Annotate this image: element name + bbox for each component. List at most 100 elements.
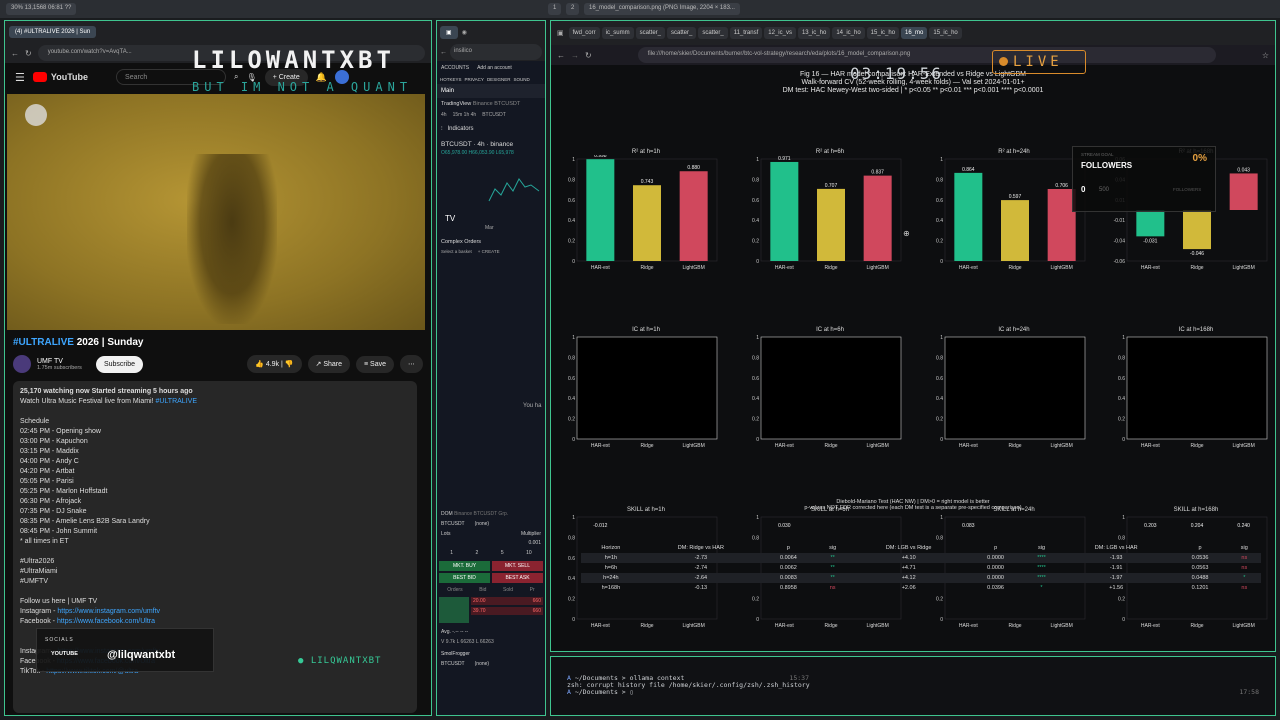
accounts-tab[interactable]: ACCOUNTS [441,65,469,71]
multiplier-value[interactable]: 0.001 [437,539,545,547]
lot-option[interactable]: 2 [476,550,479,556]
tv-icon-privacy[interactable]: PRIVACY [465,77,484,82]
hashtag-link[interactable]: #Ultra2026 [20,557,410,567]
smol-none[interactable]: (none) [475,661,489,667]
ff-tab[interactable]: 11_transf [729,27,763,39]
channel-name[interactable]: UMF TV [37,358,82,365]
workspace-1[interactable]: 1 [548,3,562,15]
plot-frame [576,336,718,440]
schedule-item: 08:35 PM - Amelie Lens B2B Sara Landry [20,518,150,525]
tv-chart[interactable]: BTCUSDT · 4h · binance O65,978.00 H66,05… [439,139,543,235]
ff-tab[interactable]: 16_mo [901,27,928,39]
subscribe-button[interactable]: Subscribe [95,355,144,373]
ff-reload-icon[interactable]: ↻ [585,51,592,60]
bar-value-label: 0.597 [1009,194,1022,200]
ff-tab[interactable]: 13_ic_ho [797,27,831,39]
ff-tab[interactable]: 15_ic_ho [866,27,900,39]
tv-url[interactable]: insilico [450,44,542,60]
bar-value-label: 0.880 [687,165,700,171]
indicators-button[interactable]: Indicators [448,126,474,133]
interval-select[interactable]: 4h [441,112,447,118]
y-tick-label: 0.2 [752,239,759,245]
workspace-2[interactable]: 2 [566,3,580,15]
mkt-buy-button[interactable]: MKT. BUY [439,561,490,571]
video-player[interactable] [7,94,425,330]
best-ask-button[interactable]: BEST ASK [492,573,543,583]
github-icon[interactable]: ◉ [462,29,467,36]
y-tick-label: 0 [756,617,759,623]
save-button[interactable]: ≡ Save [356,355,394,373]
term-line-2: zsh: corrupt history file /home/skier/.c… [567,681,810,689]
tv-icon-designer[interactable]: DESIGNER [487,77,511,82]
more-button[interactable]: ⋯ [400,355,423,373]
chart-panel: IC at h=1h 0 0.2 0.4 0.6 0.8 1 HAR-ext Ridge Ligh… [561,327,731,469]
ff-tab[interactable]: ic_summ [601,27,634,39]
smol-pair[interactable]: BTCUSDT [441,661,465,667]
dm-row: h=24h -2.64 0.0083 ** +4.12 0.0000 **** -1.97 0.… [581,573,1261,583]
video-title: #ULTRALIVE 2026 | Sunday [13,337,143,348]
ff-tab-list-icon[interactable]: ▣ [554,29,567,37]
chart-svg: 0 0.2 0.4 0.6 0.8 1 HAR-ext Ridge LightGBM [1118,335,1268,449]
lot-option[interactable]: 5 [501,550,504,556]
y-tick-label: 0.6 [568,556,575,562]
y-tick-label: 0.4 [936,396,943,402]
ff-url[interactable]: file:///home/skier/Documents/burner/btc-… [637,47,1216,63]
tv-icon-sound[interactable]: SOUND [513,77,529,82]
y-tick-label: 0 [756,259,759,265]
tv-icon-hotkeys[interactable]: HOTKEYS [440,77,462,82]
ff-tab[interactable]: 12_ic_vs [764,27,796,39]
tv-toolbar-icon[interactable]: ⫶ [441,126,443,133]
y-tick-label: 0.8 [568,177,575,183]
best-bid-button[interactable]: BEST BID [439,573,490,583]
channel-avatar[interactable] [13,355,31,373]
tv-back-icon[interactable]: ← [440,49,447,56]
dom-none[interactable]: (none) [475,521,489,527]
timeframes[interactable]: 15m 1h 4h [453,112,477,118]
hashtag-link[interactable]: #UMFTV [20,577,410,587]
desc-hashtag[interactable]: #ULTRALIVE [155,398,197,405]
tv-tab[interactable]: ▣ [440,25,458,39]
dm-header: DM: Ridge vs HAR [677,545,724,551]
schedule-item: 04:00 PM - Andy C [20,458,79,465]
share-button[interactable]: ↗ Share [307,355,350,373]
dom-pair[interactable]: BTCUSDT [441,521,465,527]
bar-value-label: 0.204 [1191,523,1204,529]
facebook-link[interactable]: https://www.facebook.com/Ultra [57,618,155,625]
ff-tab[interactable]: 14_ic_ho [832,27,865,39]
mkt-sell-button[interactable]: MKT. SELL [492,561,543,571]
ff-forward-icon[interactable]: → [571,51,579,60]
ff-tab[interactable]: 15_ic_ho [929,27,962,39]
socials-widget: SOCIALS YOUTUBE @lilqwantxbt [36,628,214,672]
ff-back-icon[interactable]: ← [557,51,565,60]
lot-option[interactable]: 10 [526,550,532,556]
like-button[interactable]: 👍 4.9k | 👎 [247,355,302,373]
x-tick-label: Ridge [1008,443,1021,449]
add-account-link[interactable]: Add an account [477,65,512,71]
instagram-link[interactable]: https://www.instagram.com/umftv [57,608,160,615]
tv-pair[interactable]: BTCUSDT [482,112,506,118]
term-line-3[interactable]: A ~/Documents > ▯ [567,689,634,696]
menu-icon[interactable]: ☰ [15,71,25,84]
bid-px-1[interactable]: 660 [533,598,541,604]
hashtag-link[interactable]: #UltraMiami [20,567,410,577]
ff-tab[interactable]: scatter_ [667,27,697,39]
lot-option[interactable]: 1 [450,550,453,556]
terminal-window[interactable]: A ~/Documents > ollama context 15:37 zsh:… [550,656,1276,716]
ff-tab[interactable]: scatter_ [635,27,665,39]
ff-tab[interactable]: fwd_corr [568,27,600,39]
basket-select[interactable]: Select a basket [441,249,472,254]
overlay-timer: 03:19:56 [850,64,944,83]
reload-icon[interactable]: ↻ [25,49,32,58]
ff-tab[interactable]: scatter_ [698,27,728,39]
back-icon[interactable]: ← [11,49,19,58]
title-hashtag[interactable]: #ULTRALIVE [13,337,74,348]
yt-tab[interactable]: (4) #ULTRALIVE 2026 | Sun [9,26,97,38]
create-basket-button[interactable]: + CREATE [478,249,500,254]
complex-orders: Complex Orders [441,239,482,245]
bid-px-2[interactable]: 660 [533,608,541,614]
bookmark-icon[interactable]: ☆ [1262,51,1269,60]
chart-title: BTCUSDT · 4h · binance [441,141,514,148]
y-tick-label: 0.6 [1118,376,1125,382]
bar-value-label: 0.864 [962,167,975,173]
bar-lightgbm [679,171,708,261]
